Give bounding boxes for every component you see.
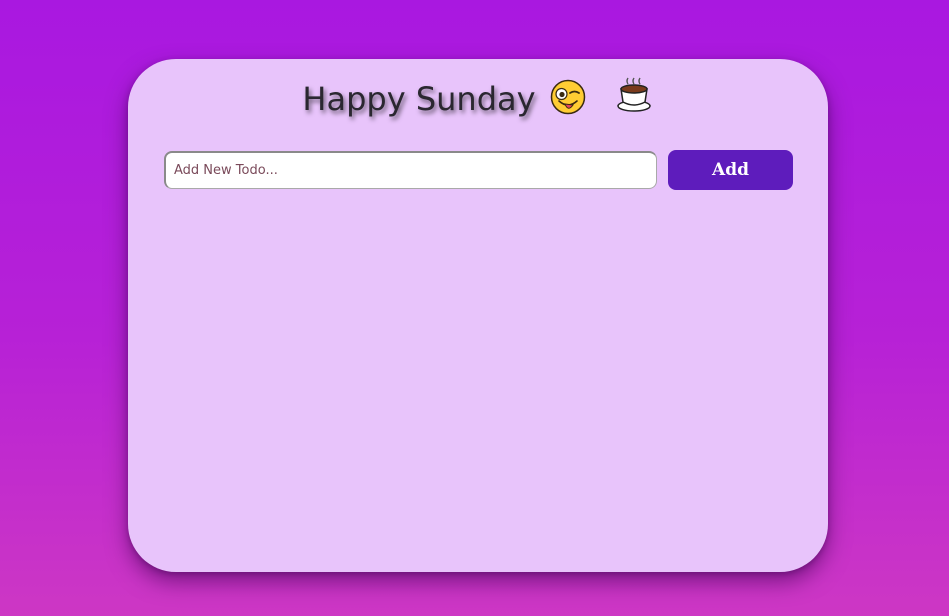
hot-beverage-icon [600,77,654,119]
todo-card: Happy Sunday Add [128,59,828,572]
page-title: Happy Sunday [302,80,536,118]
add-todo-button[interactable]: Add [668,150,793,190]
title-row: Happy Sunday [128,77,828,121]
new-todo-input[interactable] [164,151,657,189]
winking-tongue-face-icon [550,79,586,119]
